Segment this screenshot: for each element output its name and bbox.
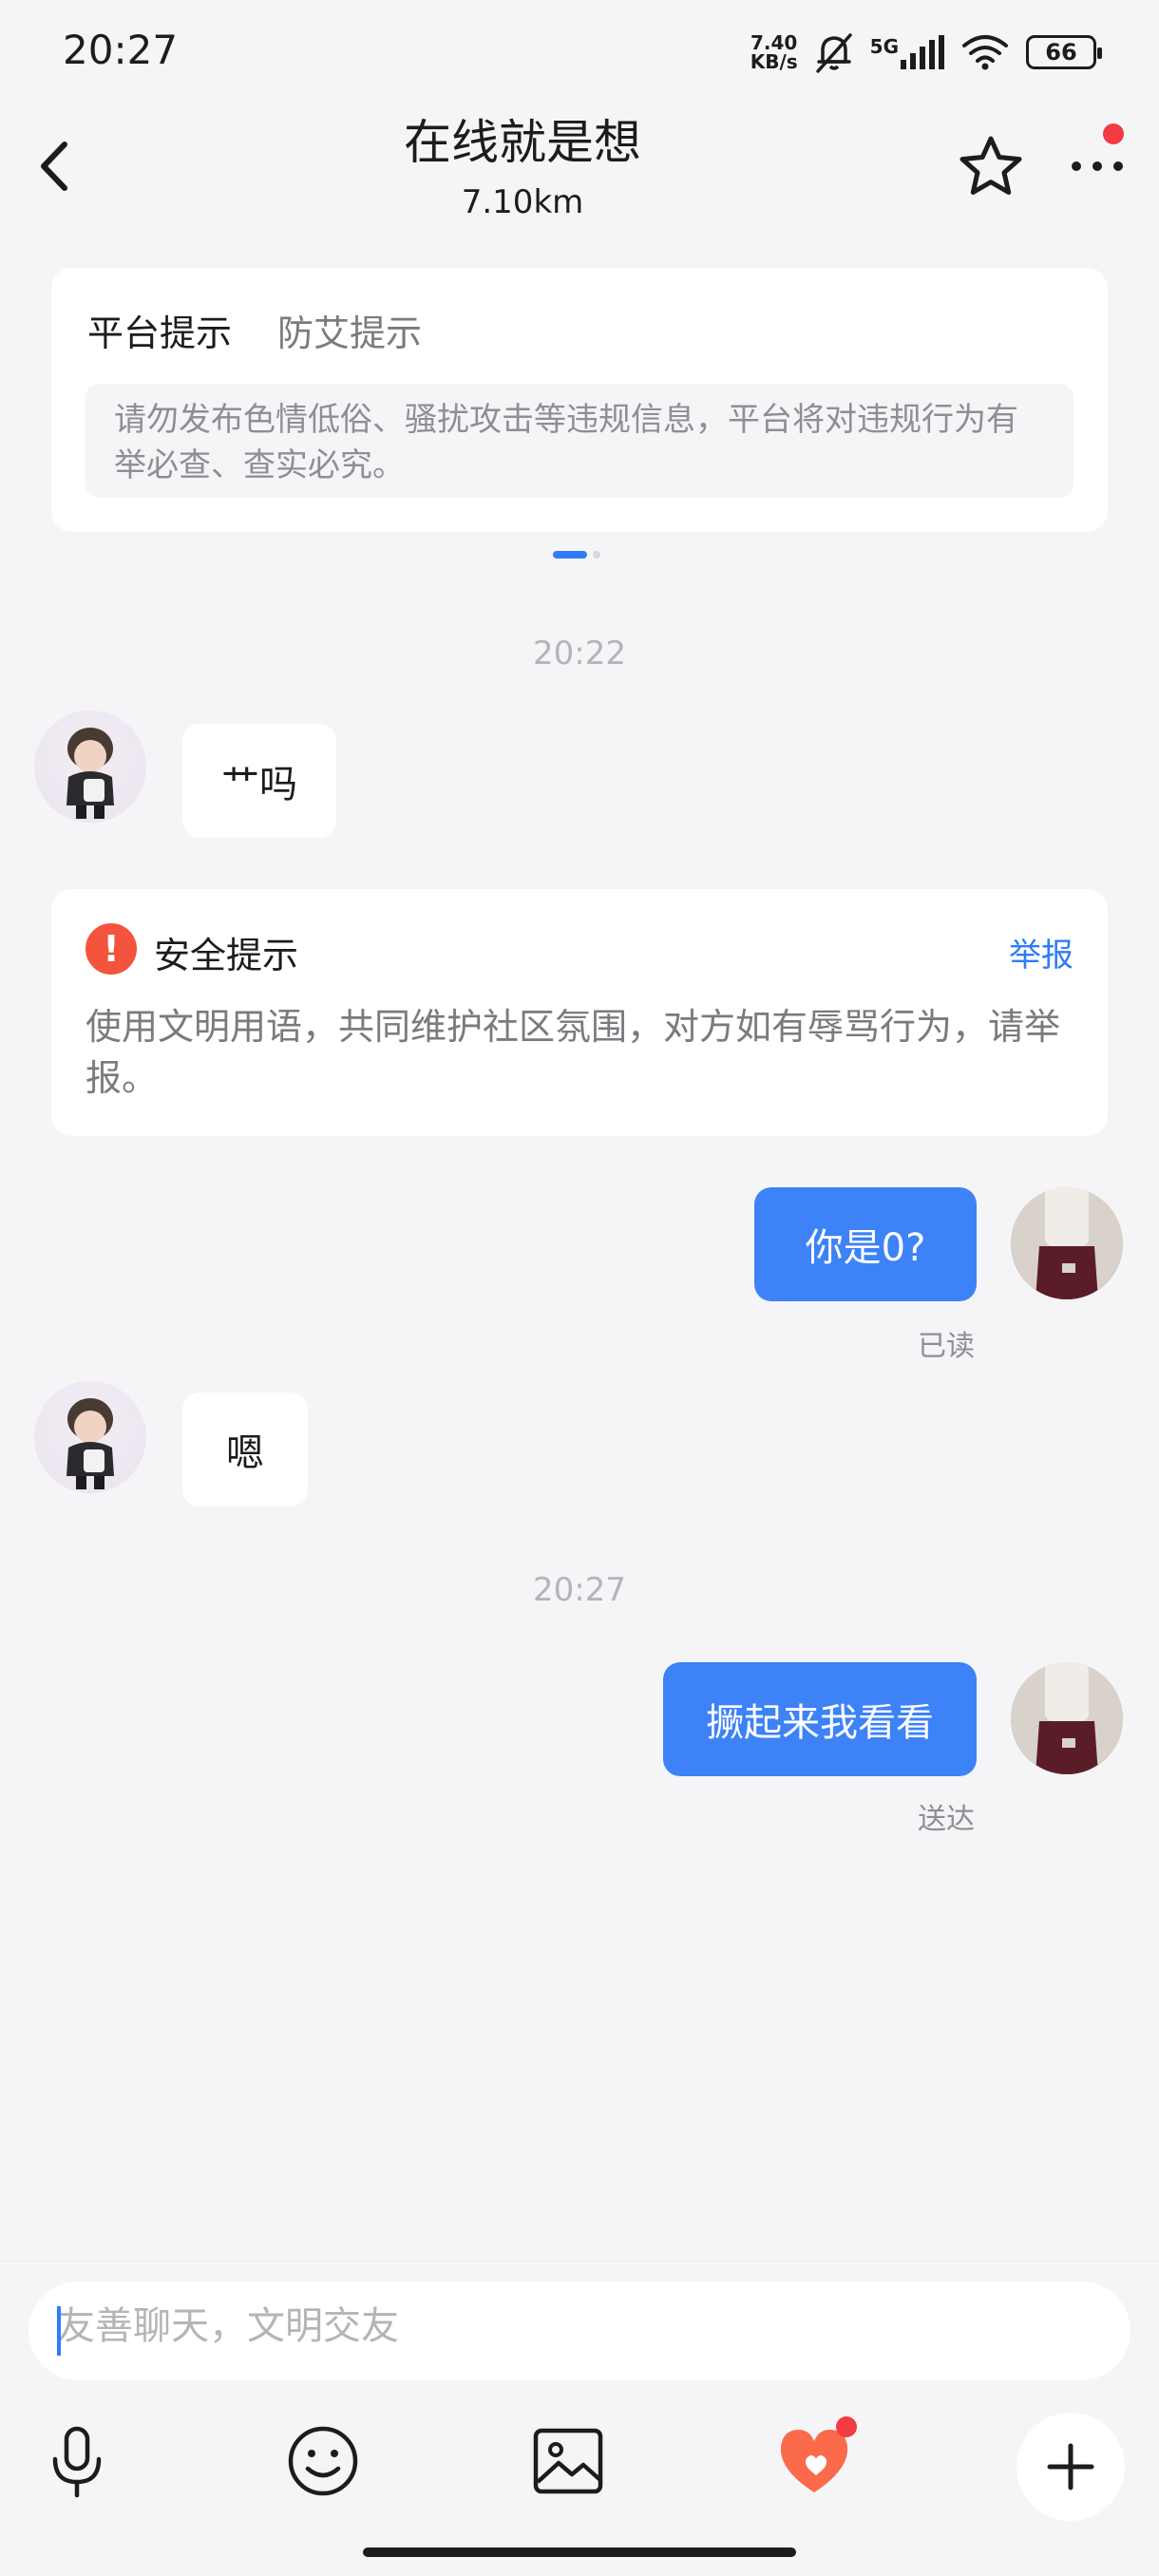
mute-bell-icon	[815, 33, 852, 73]
distance-label: 7.10km	[461, 183, 584, 221]
gift-badge-dot	[836, 2416, 857, 2437]
safety-text: 使用文明用语，共同维护社区氛围，对方如有辱骂行为，请举报。	[86, 1006, 1061, 1099]
status-time: 20:27	[63, 27, 179, 73]
emoji-icon	[288, 2426, 358, 2496]
contact-avatar-image	[66, 1398, 114, 1489]
plus-icon	[1047, 2443, 1094, 2491]
more-actions-button[interactable]	[1016, 2413, 1125, 2521]
warning-icon: !	[86, 923, 137, 975]
star-icon	[960, 136, 1022, 195]
contact-avatar[interactable]	[34, 710, 146, 823]
my-avatar[interactable]	[1011, 1662, 1123, 1774]
safety-title: 安全提示	[154, 935, 299, 976]
home-indicator[interactable]	[363, 2548, 796, 2557]
image-button[interactable]	[525, 2418, 611, 2504]
message-bubble-outgoing[interactable]: 撅起来我看看	[663, 1662, 977, 1776]
message-timestamp: 20:27	[533, 1571, 626, 1609]
notice-text: 请勿发布色情低俗、骚扰攻击等违规信息，平台将对违规行为有举必查、查实必究。	[86, 384, 1074, 498]
read-receipt: 已读	[918, 1330, 975, 1363]
voice-button[interactable]	[34, 2418, 120, 2504]
signal-icon: 5G	[870, 35, 944, 69]
notice-pager	[553, 551, 600, 559]
tab-aids-notice[interactable]: 防艾提示	[277, 304, 422, 356]
pager-dot-active	[553, 551, 587, 559]
more-dots-icon	[1072, 161, 1123, 171]
my-avatar[interactable]	[1011, 1187, 1123, 1299]
message-input[interactable]	[57, 2304, 1102, 2348]
my-avatar-image	[1011, 1187, 1123, 1299]
message-timestamp: 20:22	[533, 635, 626, 672]
contact-avatar[interactable]	[34, 1381, 146, 1493]
text-cursor	[57, 2306, 61, 2356]
report-link[interactable]: 举报	[1009, 929, 1074, 975]
delivered-receipt: 送达	[918, 1803, 975, 1836]
pager-dot	[593, 551, 600, 559]
wifi-icon	[962, 35, 1008, 70]
status-icons: 7.40 KB/s 5G 66	[750, 30, 1102, 74]
favorite-button[interactable]	[955, 131, 1027, 203]
notification-dot	[1103, 123, 1124, 144]
contact-avatar-image	[66, 728, 114, 819]
more-button[interactable]	[1064, 142, 1130, 190]
microphone-icon	[52, 2426, 102, 2498]
battery-icon: 66	[1026, 35, 1102, 69]
message-bubble-incoming[interactable]: 嗯	[182, 1392, 308, 1506]
emoji-button[interactable]	[280, 2418, 366, 2504]
tab-platform-notice[interactable]: 平台提示	[87, 304, 232, 356]
page-title: 在线就是想	[404, 115, 641, 170]
net-speed: 7.40 KB/s	[750, 31, 798, 73]
message-bubble-incoming[interactable]: 艹吗	[182, 724, 336, 838]
my-avatar-image	[1011, 1662, 1123, 1774]
image-icon	[533, 2428, 603, 2494]
message-bubble-outgoing[interactable]: 你是0?	[754, 1187, 977, 1301]
